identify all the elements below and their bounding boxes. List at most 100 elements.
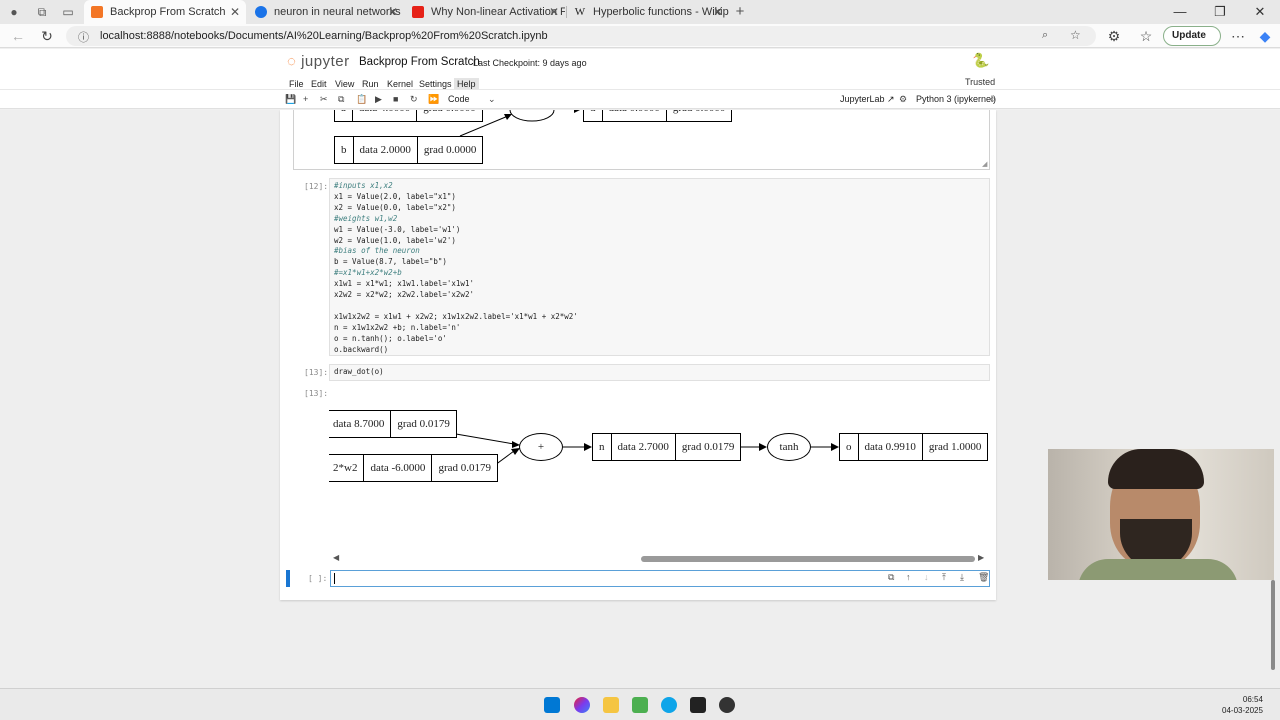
tab-search[interactable]: neuron in neural networks - Searc ✕ xyxy=(248,0,404,24)
copilot-icon[interactable]: ◆ xyxy=(1256,27,1274,45)
scrollbar-thumb[interactable] xyxy=(1271,580,1275,670)
code-line: #weights w1,w2 xyxy=(334,213,398,223)
terminal-icon[interactable] xyxy=(690,697,706,713)
file-explorer-icon[interactable] xyxy=(603,697,619,713)
notebook-favicon-icon xyxy=(91,6,103,18)
jupyter-logo[interactable]: ◌ jupyter xyxy=(287,53,350,70)
start-icon[interactable] xyxy=(544,697,560,713)
fast-forward-icon[interactable]: ⏩ xyxy=(428,94,439,105)
tab-title: neuron in neural networks - Searc xyxy=(274,6,404,18)
move-up-icon[interactable]: ↑ xyxy=(906,572,911,582)
trusted-indicator[interactable]: Trusted xyxy=(965,77,995,87)
address-bar[interactable]: ⓘ localhost:8888/notebooks/Documents/AI%… xyxy=(66,26,1096,46)
top-node-a: a data 4.0000 grad 0.0000 xyxy=(334,110,483,122)
node-data: data 0.9910 xyxy=(857,434,922,460)
extensions-icon[interactable]: ⚙ xyxy=(1105,27,1123,45)
new-tab-button[interactable]: + xyxy=(732,4,748,20)
kernel-name[interactable]: Python 3 (ipykernel) xyxy=(916,94,996,104)
code-line: x1 = Value(2.0, label="x1") xyxy=(334,191,456,201)
paste-icon[interactable]: 📋 xyxy=(356,94,367,105)
code-cell-12[interactable]: #inputs x1,x2 x1 = Value(2.0, label="x1"… xyxy=(329,178,990,356)
search-favicon-icon xyxy=(255,6,267,18)
maximize-icon[interactable]: ❐ xyxy=(1200,0,1240,24)
resize-handle-icon[interactable]: ◢ xyxy=(982,160,987,168)
insert-above-icon[interactable]: ⤒ xyxy=(942,572,946,583)
restart-icon[interactable]: ↻ xyxy=(410,94,418,105)
code-cell-13[interactable]: draw_dot(o) xyxy=(329,364,990,381)
tab-actions-icon[interactable]: ▭ xyxy=(60,4,76,20)
webcam-overlay xyxy=(1048,449,1274,580)
copy-icon[interactable]: ⧉ xyxy=(338,94,344,105)
insert-cell-icon[interactable]: + xyxy=(303,94,308,104)
output-hscrollbar[interactable] xyxy=(340,556,980,562)
tab-backprop[interactable]: Backprop From Scratch ✕ xyxy=(84,0,246,24)
kernel-settings-icon[interactable]: ⚙ xyxy=(899,94,907,105)
windows-taskbar xyxy=(0,688,1280,720)
node-label: d xyxy=(584,110,602,121)
close-tab-icon[interactable]: ✕ xyxy=(549,0,559,24)
scroll-left-icon[interactable]: ◀ xyxy=(333,553,339,562)
site-info-icon[interactable]: ⓘ xyxy=(78,29,89,45)
cell-type-select[interactable]: Code xyxy=(448,94,470,104)
node-label: o xyxy=(846,441,852,453)
system-clock[interactable]: 06:54 04-03-2025 xyxy=(1222,694,1263,716)
code-line: x2w2 = x2*w2; x2w2.label='x2w2' xyxy=(334,290,474,300)
run-icon[interactable]: ▶ xyxy=(375,94,382,105)
scroll-right-icon[interactable]: ▶ xyxy=(978,553,984,562)
code-line: w1 = Value(-3.0, label='w1') xyxy=(334,224,461,234)
close-tab-icon[interactable]: ✕ xyxy=(230,0,240,24)
notebook-title[interactable]: Backprop From Scratch xyxy=(359,56,480,68)
back-icon[interactable]: ← xyxy=(9,27,27,45)
scrollbar-thumb[interactable] xyxy=(641,556,975,562)
node-b: data 8.7000 grad 0.0179 xyxy=(329,410,457,438)
obs-icon[interactable] xyxy=(719,697,735,713)
profile-icon[interactable]: ● xyxy=(6,4,22,20)
node-label: b xyxy=(341,144,347,156)
tab-youtube[interactable]: Why Non-linear Activation Functi ✕ xyxy=(405,0,565,24)
node-label: 2*w2 xyxy=(333,462,358,474)
url-text[interactable]: localhost:8888/notebooks/Documents/AI%20… xyxy=(100,26,548,46)
cell-prompt: [12]: xyxy=(304,182,329,191)
code-line: b = Value(8.7, label="b") xyxy=(334,257,447,267)
clock-time: 06:54 xyxy=(1242,695,1263,704)
node-label: a xyxy=(335,110,352,121)
minimize-icon[interactable]: — xyxy=(1160,0,1200,24)
code-line: x1w1x2w2 = x1w1 + x2w2; x1w1x2w2.label='… xyxy=(334,311,578,321)
node-label: n xyxy=(599,441,605,453)
reload-icon[interactable]: ↻ xyxy=(38,27,56,45)
insert-below-icon[interactable]: ⤓ xyxy=(960,572,964,583)
node-data: data -6.0000 xyxy=(363,455,431,481)
edge-icon[interactable] xyxy=(661,697,677,713)
more-menu-icon[interactable]: ⋯ xyxy=(1229,27,1247,45)
stop-icon[interactable]: ■ xyxy=(393,94,398,104)
favorite-star-icon[interactable]: ☆ xyxy=(1070,28,1081,42)
cut-icon[interactable]: ✂ xyxy=(320,94,328,105)
favorites-icon[interactable]: ☆ xyxy=(1137,27,1155,45)
node-data: data 4.0000 xyxy=(351,110,416,121)
close-tab-icon[interactable]: ✕ xyxy=(713,0,723,24)
chevron-down-icon[interactable]: ⌄ xyxy=(488,94,496,105)
delete-cell-icon[interactable]: 🗑 xyxy=(978,572,989,583)
save-icon[interactable]: 💾 xyxy=(285,94,296,105)
kernel-status-icon: ○ xyxy=(990,94,996,104)
duplicate-cell-icon[interactable]: ⧉ xyxy=(888,572,894,583)
youtube-favicon-icon xyxy=(412,6,424,18)
code-line: o = n.tanh(); o.label='o' xyxy=(334,333,447,343)
python-logo-icon: 🐍 xyxy=(972,52,990,68)
update-button[interactable]: Update xyxy=(1163,26,1221,46)
checkpoint-status: Last Checkpoint: 9 days ago xyxy=(473,58,587,68)
tab-wikipedia[interactable]: W Hyperbolic functions - Wikipedia ✕ xyxy=(567,0,729,24)
collections-icon[interactable]: ⧉ xyxy=(34,4,50,20)
page-vscrollbar[interactable] xyxy=(1270,110,1276,670)
copilot-app-icon[interactable] xyxy=(574,697,590,713)
close-window-icon[interactable]: ✕ xyxy=(1240,0,1280,24)
move-down-icon[interactable]: ↓ xyxy=(924,572,929,582)
code-line: #inputs x1,x2 xyxy=(334,181,393,190)
jupyterlab-link[interactable]: JupyterLab ↗ xyxy=(840,94,895,105)
node-grad: grad 0.0179 xyxy=(431,455,497,481)
node-data: data 2.7000 xyxy=(610,434,675,460)
close-tab-icon[interactable]: ✕ xyxy=(388,0,398,24)
zoom-icon[interactable]: ⌕ xyxy=(1042,29,1048,42)
browser-toolbar: ← ↻ ⓘ localhost:8888/notebooks/Documents… xyxy=(0,24,1280,48)
notepad-icon[interactable] xyxy=(632,697,648,713)
